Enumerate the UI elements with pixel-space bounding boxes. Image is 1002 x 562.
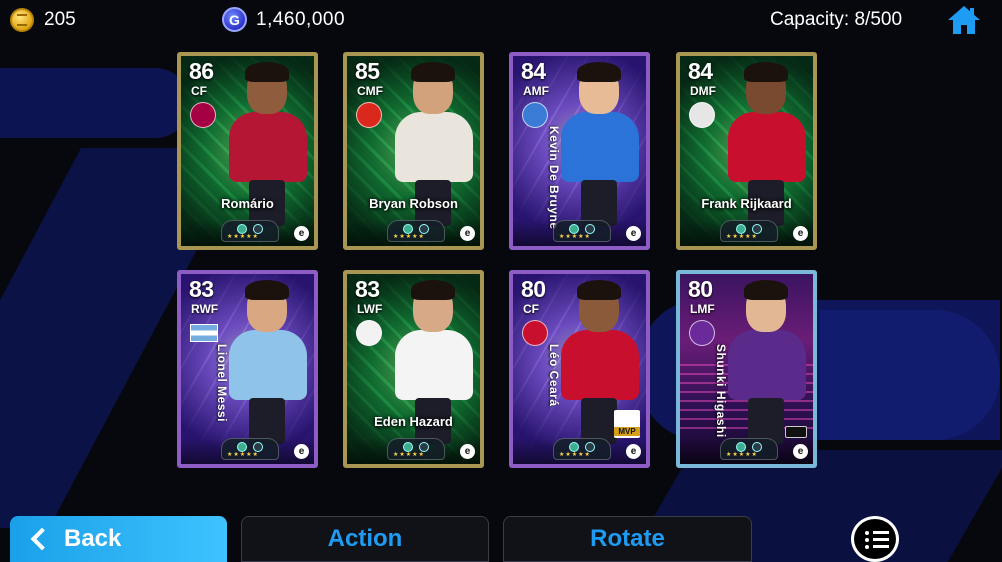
efootball-logo-icon: e (460, 444, 475, 459)
capacity-counter: Capacity: 8/500 (770, 9, 903, 30)
club-badge-icon (356, 102, 382, 128)
player-card[interactable]: 85 CMF Bryan Robson ★★★★★ e (343, 52, 484, 250)
card-footer: ★★★★★ e (680, 438, 813, 464)
background-shape (820, 310, 1000, 440)
player-card[interactable]: 83 LWF Eden Hazard ★★★★★ e (343, 270, 484, 468)
player-name: Romário (221, 196, 274, 211)
card-footer: ★★★★★ e (347, 438, 480, 464)
efootball-logo-icon: e (294, 226, 309, 241)
gp-balance: 1,460,000 (256, 9, 346, 30)
efootball-logo-icon: e (460, 226, 475, 241)
club-badge-icon (689, 102, 715, 128)
club-badge-icon (689, 320, 715, 346)
player-card[interactable]: 84 AMF Kevin De Bruyne ★★★★★ e (509, 52, 650, 250)
club-badge-icon (522, 320, 548, 346)
star-rating-icon: ★★★★★ (227, 234, 259, 240)
coin-icon (10, 8, 34, 32)
skill-indicator: ★★★★★ (553, 220, 611, 242)
player-image (720, 280, 812, 444)
mvp-label: MVP (614, 427, 640, 436)
club-badge-icon (190, 102, 216, 128)
star-rating-icon: ★★★★★ (726, 452, 758, 458)
list-menu-button[interactable] (851, 516, 899, 562)
player-rating: 84 (521, 58, 546, 84)
player-rating: 83 (355, 276, 380, 302)
coin-balance: 205 (44, 9, 76, 30)
card-footer: ★★★★★ e (347, 220, 480, 246)
player-rating: 85 (355, 58, 380, 84)
player-rating: 80 (688, 276, 713, 302)
home-button[interactable] (946, 4, 982, 36)
star-rating-icon: ★★★★★ (559, 452, 591, 458)
background-shape (0, 68, 190, 138)
player-rating: 83 (189, 276, 214, 302)
skill-indicator: ★★★★★ (720, 220, 778, 242)
star-rating-icon: ★★★★★ (559, 234, 591, 240)
rotate-button[interactable]: Rotate (503, 516, 752, 562)
player-position: CF (191, 84, 207, 98)
home-icon (948, 6, 980, 34)
star-rating-icon: ★★★★★ (393, 234, 425, 240)
skill-indicator: ★★★★★ (387, 220, 445, 242)
league-logo-icon (785, 426, 807, 438)
player-position: DMF (690, 84, 716, 98)
skill-indicator: ★★★★★ (221, 438, 279, 460)
player-rating: 86 (189, 58, 214, 84)
club-badge-icon (356, 320, 382, 346)
player-rating: 80 (521, 276, 546, 302)
star-rating-icon: ★★★★★ (227, 452, 259, 458)
player-card[interactable]: 80 LMF Shunki Higashi ★★★★★ e (676, 270, 817, 468)
player-name: Frank Rijkaard (701, 196, 792, 211)
efootball-logo-icon: e (793, 444, 808, 459)
card-footer: ★★★★★ e (513, 438, 646, 464)
player-position: RWF (191, 302, 219, 316)
player-position: AMF (523, 84, 549, 98)
player-card[interactable]: 84 DMF Frank Rijkaard ★★★★★ e (676, 52, 817, 250)
club-badge-icon (522, 102, 548, 128)
top-bar: 205 G 1,460,000 Capacity: 8/500 (0, 0, 1002, 40)
card-footer: ★★★★★ e (513, 220, 646, 246)
player-name: Eden Hazard (374, 414, 453, 429)
skill-indicator: ★★★★★ (387, 438, 445, 460)
star-rating-icon: ★★★★★ (726, 234, 758, 240)
efootball-logo-icon: e (793, 226, 808, 241)
action-button[interactable]: Action (241, 516, 489, 562)
player-name: Bryan Robson (369, 196, 458, 211)
star-rating-icon: ★★★★★ (393, 452, 425, 458)
player-card[interactable]: 80 CF Léo Ceará MVP ★★★★★ e (509, 270, 650, 468)
player-position: CMF (357, 84, 383, 98)
nation-flag-icon (190, 324, 218, 342)
gp-icon: G (222, 7, 247, 32)
efootball-logo-icon: e (626, 444, 641, 459)
skill-indicator: ★★★★★ (720, 438, 778, 460)
skill-indicator: ★★★★★ (221, 220, 279, 242)
skill-indicator: ★★★★★ (553, 438, 611, 460)
player-rating: 84 (688, 58, 713, 84)
player-image (221, 280, 313, 444)
back-button-label: Back (64, 525, 122, 552)
back-button[interactable]: Back (10, 516, 227, 562)
efootball-logo-icon: e (626, 226, 641, 241)
mvp-badge: MVP (614, 410, 640, 438)
card-footer: ★★★★★ e (181, 438, 314, 464)
player-image (553, 62, 645, 226)
player-card[interactable]: 86 CF Romário ★★★★★ e (177, 52, 318, 250)
efootball-logo-icon: e (294, 444, 309, 459)
rotate-button-label: Rotate (590, 525, 665, 552)
card-footer: ★★★★★ e (680, 220, 813, 246)
player-card[interactable]: 83 RWF Lionel Messi ★★★★★ e (177, 270, 318, 468)
player-position: LWF (357, 302, 383, 316)
action-button-label: Action (327, 525, 403, 552)
player-position: LMF (690, 302, 715, 316)
player-position: CF (523, 302, 539, 316)
card-footer: ★★★★★ e (181, 220, 314, 246)
chevron-left-icon (30, 527, 54, 551)
